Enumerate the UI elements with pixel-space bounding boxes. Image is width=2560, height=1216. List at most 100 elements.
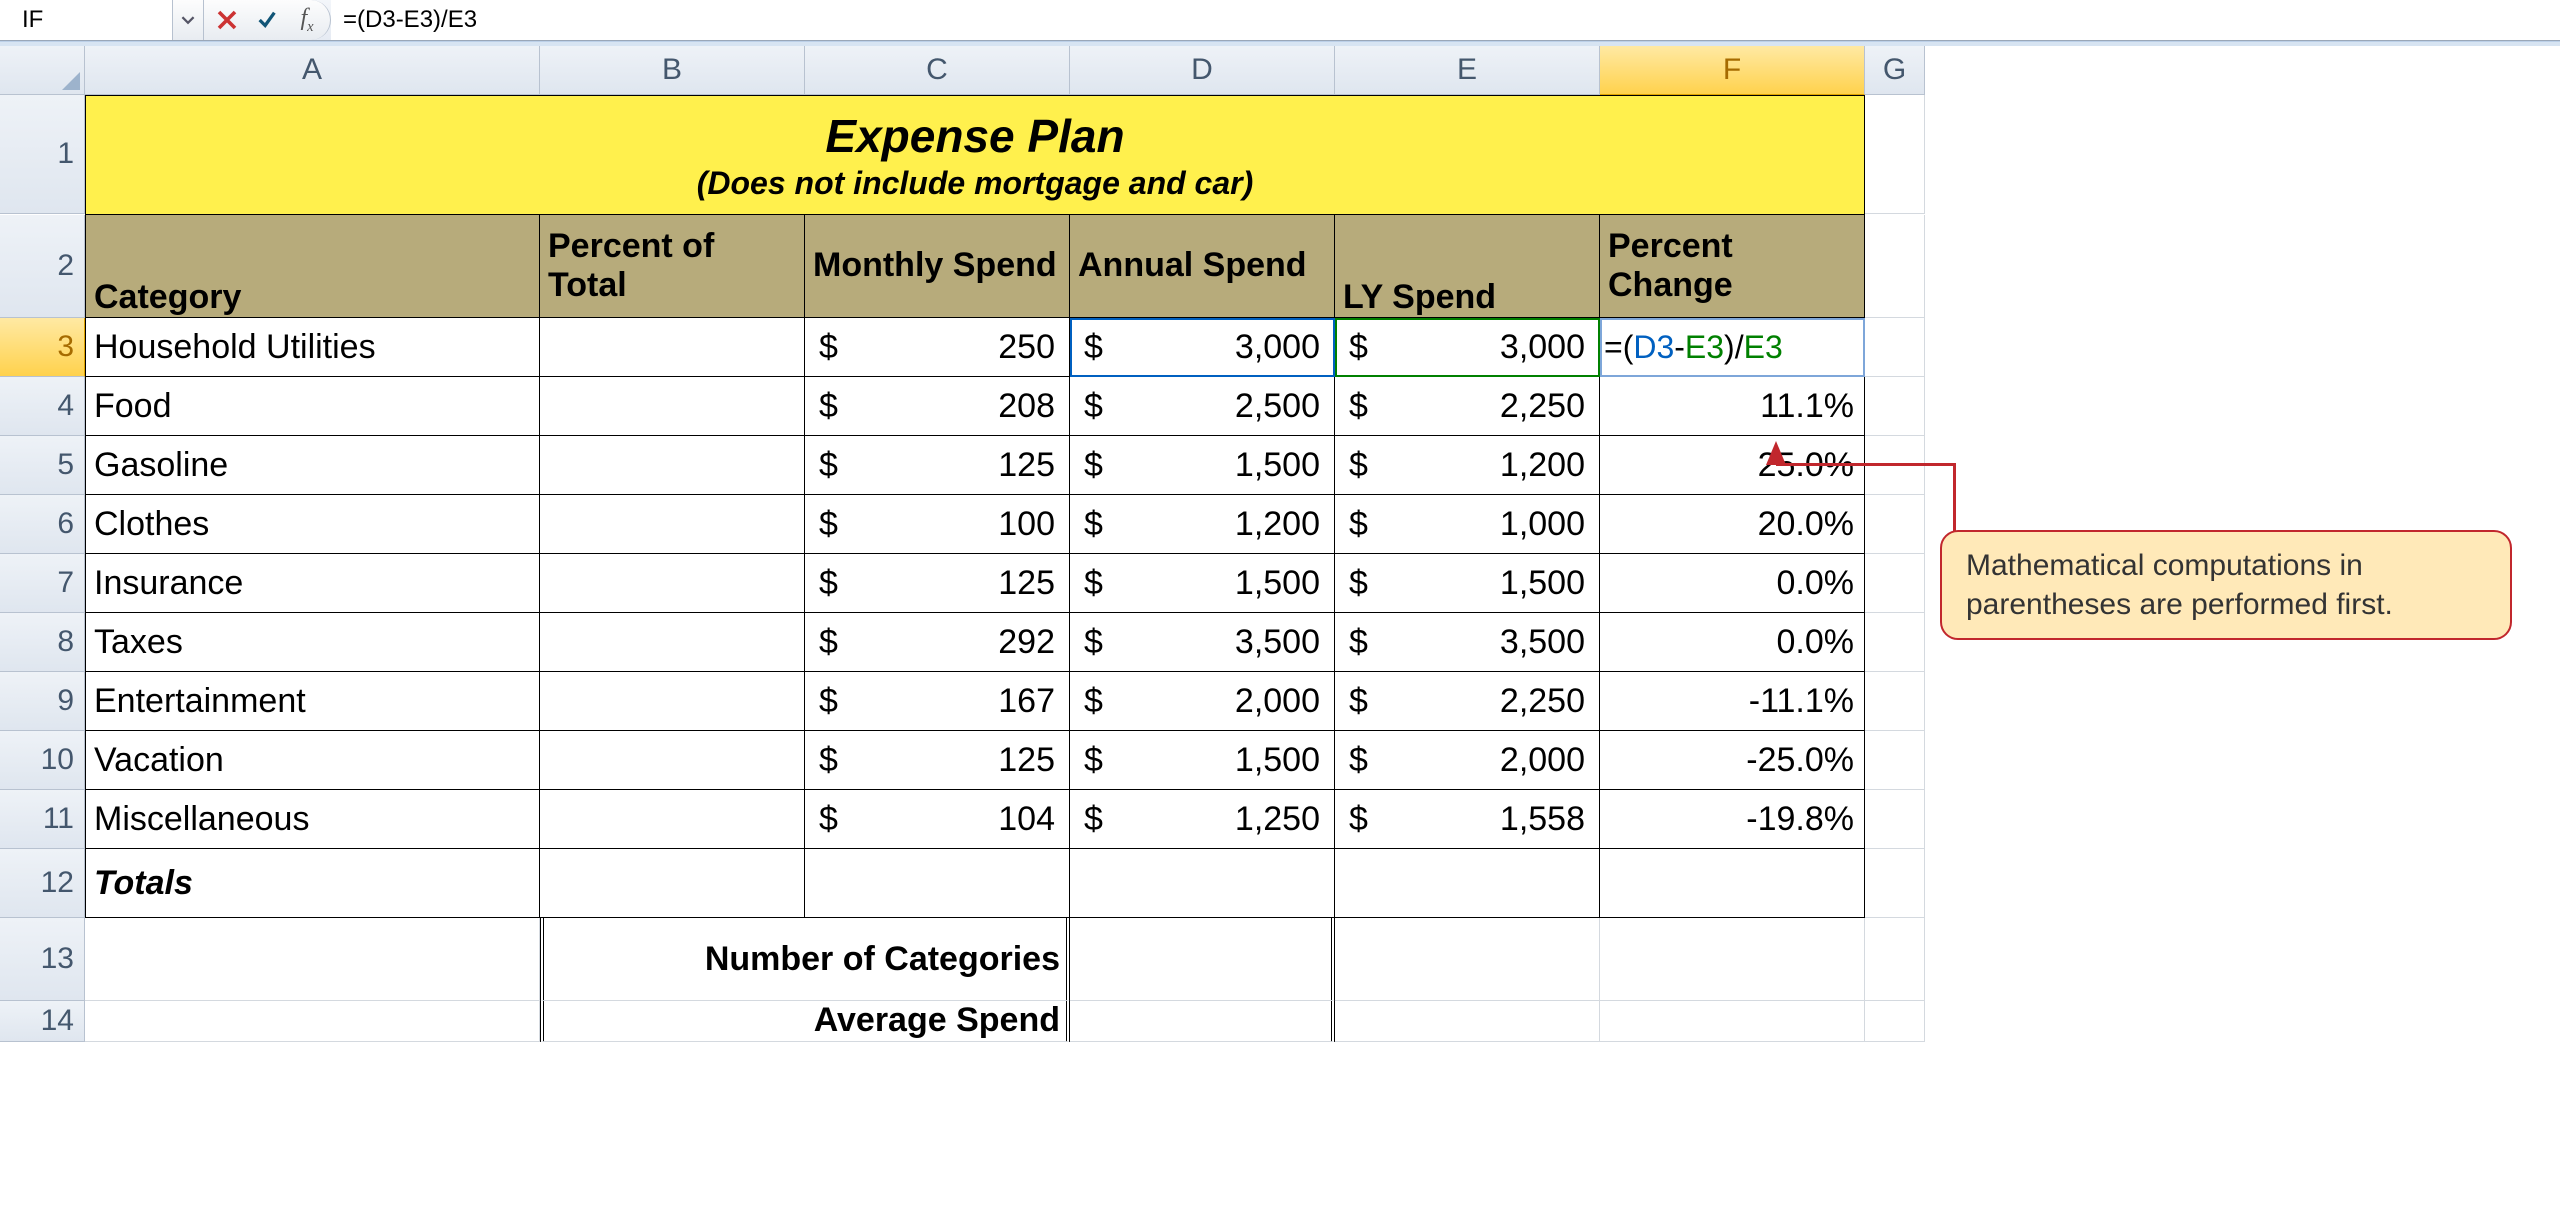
- col-header-C[interactable]: C: [805, 46, 1070, 95]
- cell-F2[interactable]: Percent Change: [1600, 215, 1865, 318]
- cell-F11[interactable]: -19.8%: [1600, 790, 1865, 849]
- cell-G4[interactable]: [1865, 377, 1925, 436]
- col-header-F[interactable]: F: [1600, 46, 1865, 95]
- cell-B5[interactable]: [540, 436, 805, 495]
- col-header-G[interactable]: G: [1865, 46, 1925, 95]
- cell-C5[interactable]: $125: [805, 436, 1070, 495]
- cell-D9[interactable]: $2,000: [1070, 672, 1335, 731]
- cell-F7[interactable]: 0.0%: [1600, 554, 1865, 613]
- row-header-3[interactable]: 3: [0, 318, 85, 377]
- cell-BC14[interactable]: Average Spend: [540, 1001, 1070, 1042]
- cell-G3[interactable]: [1865, 318, 1925, 377]
- enter-button[interactable]: [254, 7, 280, 33]
- cell-G10[interactable]: [1865, 731, 1925, 790]
- insert-function-button[interactable]: fx: [294, 7, 320, 33]
- cell-G1[interactable]: [1865, 95, 1925, 214]
- row-header-10[interactable]: 10: [0, 731, 85, 790]
- cell-F13[interactable]: [1600, 918, 1865, 1001]
- cell-A5[interactable]: Gasoline: [85, 436, 540, 495]
- cell-F3[interactable]: =(D3-E3)/E3: [1600, 318, 1865, 377]
- cell-E7[interactable]: $1,500: [1335, 554, 1600, 613]
- cell-C10[interactable]: $125: [805, 731, 1070, 790]
- cell-C6[interactable]: $100: [805, 495, 1070, 554]
- cell-F9[interactable]: -11.1%: [1600, 672, 1865, 731]
- cell-B12[interactable]: [540, 849, 805, 918]
- cell-E11[interactable]: $1,558: [1335, 790, 1600, 849]
- cell-G14[interactable]: [1865, 1001, 1925, 1042]
- row-header-8[interactable]: 8: [0, 613, 85, 672]
- cell-D4[interactable]: $2,500: [1070, 377, 1335, 436]
- cell-A11[interactable]: Miscellaneous: [85, 790, 540, 849]
- cell-D2[interactable]: Annual Spend: [1070, 215, 1335, 318]
- cell-D5[interactable]: $1,500: [1070, 436, 1335, 495]
- cell-D8[interactable]: $3,500: [1070, 613, 1335, 672]
- col-header-D[interactable]: D: [1070, 46, 1335, 95]
- cell-D13[interactable]: [1070, 918, 1335, 1001]
- cell-G8[interactable]: [1865, 613, 1925, 672]
- col-header-B[interactable]: B: [540, 46, 805, 95]
- cell-A7[interactable]: Insurance: [85, 554, 540, 613]
- title-cell[interactable]: Expense Plan (Does not include mortgage …: [85, 95, 1865, 215]
- cell-B2[interactable]: Percent of Total: [540, 215, 805, 318]
- row-header-1[interactable]: 1: [0, 95, 85, 214]
- name-box[interactable]: IF: [0, 0, 173, 40]
- formula-input[interactable]: =(D3-E3)/E3: [331, 0, 2560, 40]
- cell-E6[interactable]: $1,000: [1335, 495, 1600, 554]
- cell-G7[interactable]: [1865, 554, 1925, 613]
- cell-BC13[interactable]: Number of Categories: [540, 918, 1070, 1001]
- row-header-5[interactable]: 5: [0, 436, 85, 495]
- cell-D7[interactable]: $1,500: [1070, 554, 1335, 613]
- cell-G6[interactable]: [1865, 495, 1925, 554]
- cell-B9[interactable]: [540, 672, 805, 731]
- cell-A2[interactable]: Category: [85, 215, 540, 318]
- cell-A4[interactable]: Food: [85, 377, 540, 436]
- cell-F12[interactable]: [1600, 849, 1865, 918]
- cell-B7[interactable]: [540, 554, 805, 613]
- cell-E10[interactable]: $2,000: [1335, 731, 1600, 790]
- cell-E9[interactable]: $2,250: [1335, 672, 1600, 731]
- cell-E14[interactable]: [1335, 1001, 1600, 1042]
- cell-A3[interactable]: Household Utilities: [85, 318, 540, 377]
- cell-C2[interactable]: Monthly Spend: [805, 215, 1070, 318]
- cell-C4[interactable]: $208: [805, 377, 1070, 436]
- cell-E4[interactable]: $2,250: [1335, 377, 1600, 436]
- row-header-13[interactable]: 13: [0, 918, 85, 1001]
- cell-E5[interactable]: $1,200: [1335, 436, 1600, 495]
- cell-D14[interactable]: [1070, 1001, 1335, 1042]
- cell-F6[interactable]: 20.0%: [1600, 495, 1865, 554]
- cell-F14[interactable]: [1600, 1001, 1865, 1042]
- cell-G11[interactable]: [1865, 790, 1925, 849]
- cell-B6[interactable]: [540, 495, 805, 554]
- cell-B3[interactable]: [540, 318, 805, 377]
- col-header-A[interactable]: A: [85, 46, 540, 95]
- name-box-dropdown[interactable]: [173, 0, 204, 40]
- cell-G13[interactable]: [1865, 918, 1925, 1001]
- cell-D11[interactable]: $1,250: [1070, 790, 1335, 849]
- row-header-14[interactable]: 14: [0, 1001, 85, 1042]
- cell-G12[interactable]: [1865, 849, 1925, 918]
- cell-E13[interactable]: [1335, 918, 1600, 1001]
- cell-F4[interactable]: 11.1%: [1600, 377, 1865, 436]
- row-header-12[interactable]: 12: [0, 849, 85, 918]
- cell-A10[interactable]: Vacation: [85, 731, 540, 790]
- cell-C11[interactable]: $104: [805, 790, 1070, 849]
- cell-D6[interactable]: $1,200: [1070, 495, 1335, 554]
- cell-E12[interactable]: [1335, 849, 1600, 918]
- cell-C9[interactable]: $167: [805, 672, 1070, 731]
- cell-F8[interactable]: 0.0%: [1600, 613, 1865, 672]
- row-header-6[interactable]: 6: [0, 495, 85, 554]
- row-header-2[interactable]: 2: [0, 215, 85, 318]
- cell-G9[interactable]: [1865, 672, 1925, 731]
- cell-B4[interactable]: [540, 377, 805, 436]
- cell-A8[interactable]: Taxes: [85, 613, 540, 672]
- row-header-4[interactable]: 4: [0, 377, 85, 436]
- cell-C8[interactable]: $292: [805, 613, 1070, 672]
- cell-E3[interactable]: $3,000: [1335, 318, 1600, 377]
- row-header-9[interactable]: 9: [0, 672, 85, 731]
- cell-D3[interactable]: $3,000: [1070, 318, 1335, 377]
- cancel-button[interactable]: [214, 7, 240, 33]
- cell-F10[interactable]: -25.0%: [1600, 731, 1865, 790]
- cell-C3[interactable]: $250: [805, 318, 1070, 377]
- cell-E2[interactable]: LY Spend: [1335, 215, 1600, 318]
- cell-B10[interactable]: [540, 731, 805, 790]
